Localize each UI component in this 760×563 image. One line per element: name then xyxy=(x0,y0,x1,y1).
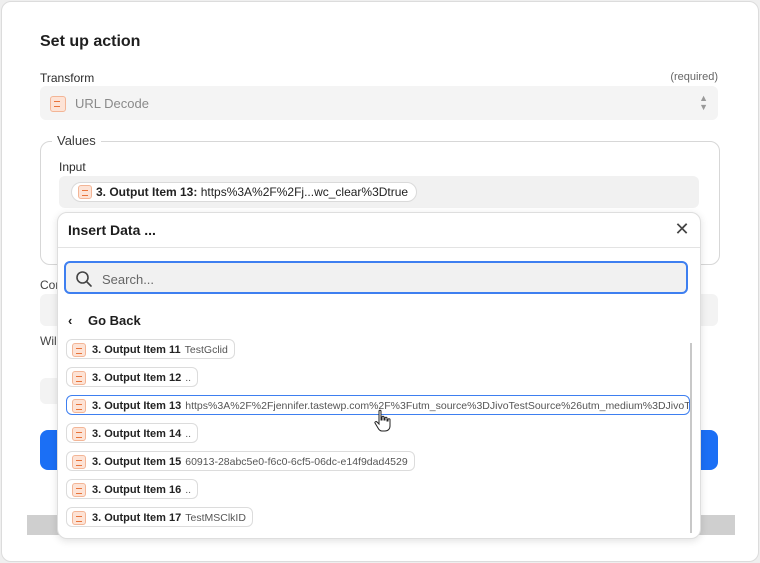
list-item[interactable]: 3. Output Item 14.. xyxy=(66,423,199,443)
close-icon[interactable]: ✕ xyxy=(672,219,692,239)
app-icon xyxy=(72,455,86,469)
go-back-button[interactable]: ‹ Go Back xyxy=(68,313,141,328)
data-item-list: 3. Output Item 11 TestGclid 3. Output Ite… xyxy=(58,339,692,538)
app-icon xyxy=(72,427,86,441)
page-title: Set up action xyxy=(40,33,141,50)
app-icon xyxy=(72,483,86,497)
app-icon xyxy=(78,185,92,199)
scrollbar[interactable] xyxy=(690,343,692,533)
item-value: .. xyxy=(185,428,192,440)
list-item[interactable]: 3. Output Item 17 TestMSClkID xyxy=(66,507,253,527)
input-pill-name: 3. Output Item 13: xyxy=(96,185,198,199)
input-pill-value: https%3A%2F%2Fj...wc_clear%3Dtrue xyxy=(200,185,409,199)
app-icon xyxy=(72,343,86,357)
transform-select-value: URL Decode xyxy=(75,96,149,111)
item-name: 3. Output Item 16 xyxy=(92,484,182,496)
list-item[interactable]: 3. Output Item 16.. xyxy=(66,479,199,499)
divider xyxy=(58,247,700,248)
search-box xyxy=(64,261,688,294)
select-arrows-icon: ▲ ▼ xyxy=(699,93,708,112)
transform-label: Transform xyxy=(40,71,95,85)
item-value: https%3A%2F%2Fjennifer.tastewp.com%2F%3F… xyxy=(185,400,690,412)
url-decode-app-icon xyxy=(50,96,66,112)
insert-data-title: Insert Data ... xyxy=(68,222,156,238)
bg-label-wil: Wil xyxy=(40,334,57,348)
item-name: 3. Output Item 13 xyxy=(92,400,182,412)
item-value: .. xyxy=(185,372,192,384)
item-name: 3. Output Item 17 xyxy=(92,512,182,524)
insert-data-panel: Insert Data ... ✕ ‹ Go Back 3. Output It… xyxy=(57,212,701,539)
go-back-label: Go Back xyxy=(88,313,141,328)
item-value: TestMSClkID xyxy=(185,512,246,524)
transform-select[interactable]: URL Decode ▲ ▼ xyxy=(40,86,718,120)
chevron-left-icon: ‹ xyxy=(68,313,73,328)
app-icon xyxy=(72,511,86,525)
values-legend: Values xyxy=(52,133,101,148)
item-name: 3. Output Item 12 xyxy=(92,372,182,384)
list-item[interactable]: 3. Output Item 12.. xyxy=(66,367,199,387)
input-label: Input xyxy=(59,160,86,174)
app-icon xyxy=(72,371,86,385)
item-value: .. xyxy=(185,484,192,496)
search-input[interactable] xyxy=(100,268,674,290)
input-data-pill[interactable]: 3. Output Item 13: https%3A%2F%2Fj...wc_… xyxy=(71,182,418,202)
item-value: 60913-28abc5e0-f6c0-6cf5-06dc-e14f9dad45… xyxy=(185,456,408,468)
hand-cursor-icon xyxy=(374,409,391,432)
list-item[interactable]: 3. Output Item 15 60913-28abc5e0-f6c0-6cf… xyxy=(66,451,415,471)
list-item[interactable]: 3. Output Item 11 TestGclid xyxy=(66,339,235,359)
app-icon xyxy=(72,399,86,413)
input-field[interactable]: 3. Output Item 13: https%3A%2F%2Fj...wc_… xyxy=(59,176,699,208)
item-name: 3. Output Item 11 xyxy=(92,344,181,356)
item-name: 3. Output Item 14 xyxy=(92,428,182,440)
item-name: 3. Output Item 15 xyxy=(92,456,182,468)
item-value: TestGclid xyxy=(184,344,228,356)
search-icon xyxy=(76,271,92,287)
required-label: (required) xyxy=(670,71,718,83)
